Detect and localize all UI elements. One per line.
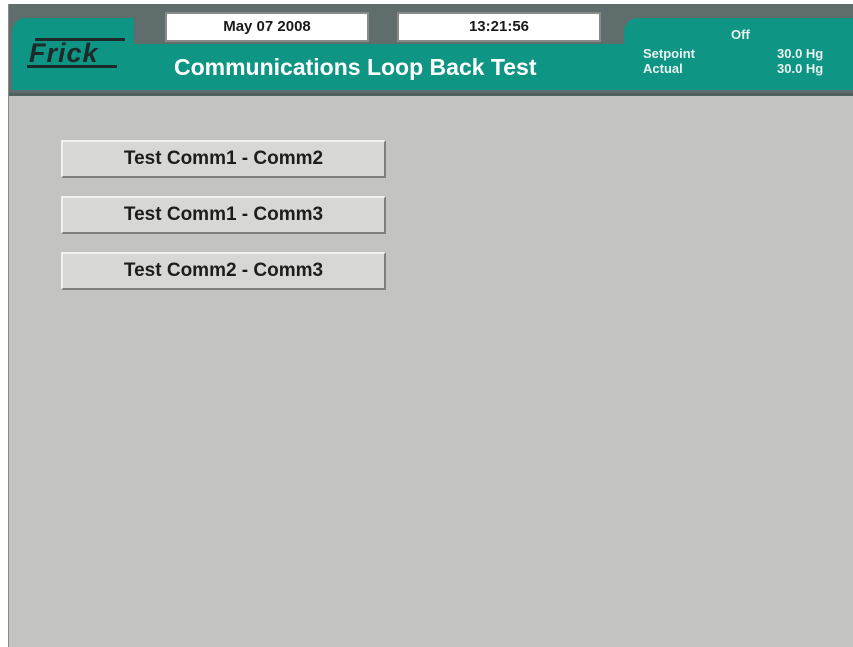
setpoint-label: Setpoint	[643, 46, 695, 61]
time-display: 13:21:56	[397, 12, 601, 42]
test-comm2-comm3-button[interactable]: Test Comm2 - Comm3	[61, 252, 386, 290]
date-display: May 07 2008	[165, 12, 369, 42]
actual-value: 30.0 Hg	[777, 61, 824, 76]
header-bar: May 07 2008 13:21:56 Frick Communication…	[9, 4, 853, 96]
page-title: Communications Loop Back Test	[174, 54, 537, 80]
run-state: Off	[731, 27, 750, 42]
frick-logo: Frick	[25, 36, 129, 72]
actual-label: Actual	[643, 61, 683, 76]
main-screen: May 07 2008 13:21:56 Frick Communication…	[8, 4, 853, 647]
logo-wordmark: Frick	[29, 38, 99, 68]
test-comm1-comm3-button[interactable]: Test Comm1 - Comm3	[61, 196, 386, 234]
setpoint-value: 30.0 Hg	[777, 46, 824, 61]
test-comm1-comm2-button[interactable]: Test Comm1 - Comm2	[61, 140, 386, 178]
